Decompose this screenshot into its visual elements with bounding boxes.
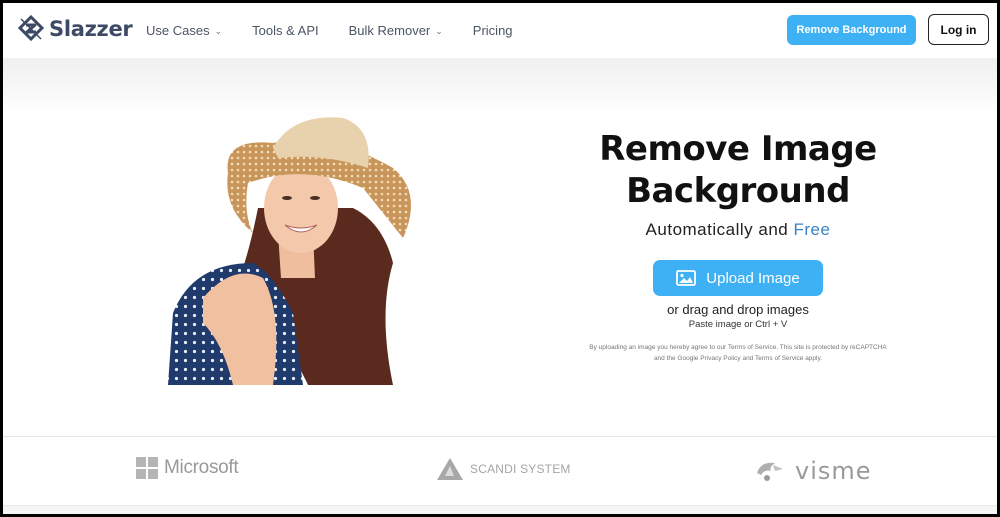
login-button[interactable]: Log in [928,14,989,45]
nav-label: Use Cases [146,23,210,38]
nav-label: Pricing [472,23,513,38]
paste-hint: Paste image or Ctrl + V [688,319,788,330]
slazzer-logo-icon [17,15,45,42]
upload-label: Upload Image [706,269,800,287]
legal-notice: By uploading an image you hereby agree t… [589,344,887,362]
client-logo-microsoft: Microsoft [136,457,239,479]
drag-drop-text: or drag and drop images [667,302,809,317]
hero-section: Remove Image Background Automatically an… [563,128,913,364]
chevron-down-icon: ⌄ [214,26,223,36]
hero-subtitle: Automatically and Free [563,220,913,240]
brand-name: Slazzer [49,17,133,41]
hero-title-line1: Remove Image [599,129,877,169]
nav-bulk-remover[interactable]: Bulk Remover ⌄ [349,23,443,38]
hero-title-line2: Background [626,171,850,211]
client-name: visme [795,457,872,485]
header-shadow [3,58,997,118]
nav-pricing[interactable]: Pricing [473,23,513,38]
page: Slazzer Use Cases ⌄ Tools & API Bulk Rem… [3,3,997,514]
chevron-down-icon: ⌄ [435,26,443,36]
image-icon [676,270,697,286]
nav-tools-api[interactable]: Tools & API [252,23,318,38]
footer-edge [3,505,997,514]
upload-image-button[interactable]: Upload Image [653,260,823,296]
divider [3,436,997,437]
client-logo-scandi-system: SCANDI SYSTEM [436,457,571,481]
hero-title: Remove Image Background [563,128,913,212]
visme-logo-icon [757,462,783,481]
microsoft-logo-icon [136,457,158,479]
nav-use-cases[interactable]: Use Cases ⌄ [146,23,222,38]
client-name: Microsoft [164,457,239,478]
main-nav: Use Cases ⌄ Tools & API Bulk Remover ⌄ P… [146,3,543,58]
subtitle-highlight: Free [793,220,831,239]
site-header: Slazzer Use Cases ⌄ Tools & API Bulk Rem… [3,3,997,58]
nav-label: Bulk Remover [348,23,431,38]
hero-photo [168,117,411,385]
nav-label: Tools & API [252,23,319,38]
logo[interactable]: Slazzer [17,15,133,43]
subtitle-prefix: Automatically and [645,220,789,239]
remove-background-button[interactable]: Remove Background [787,15,916,45]
client-name: SCANDI SYSTEM [470,462,571,476]
client-logo-visme: visme [755,457,872,485]
scandi-triangle-icon [437,458,463,480]
